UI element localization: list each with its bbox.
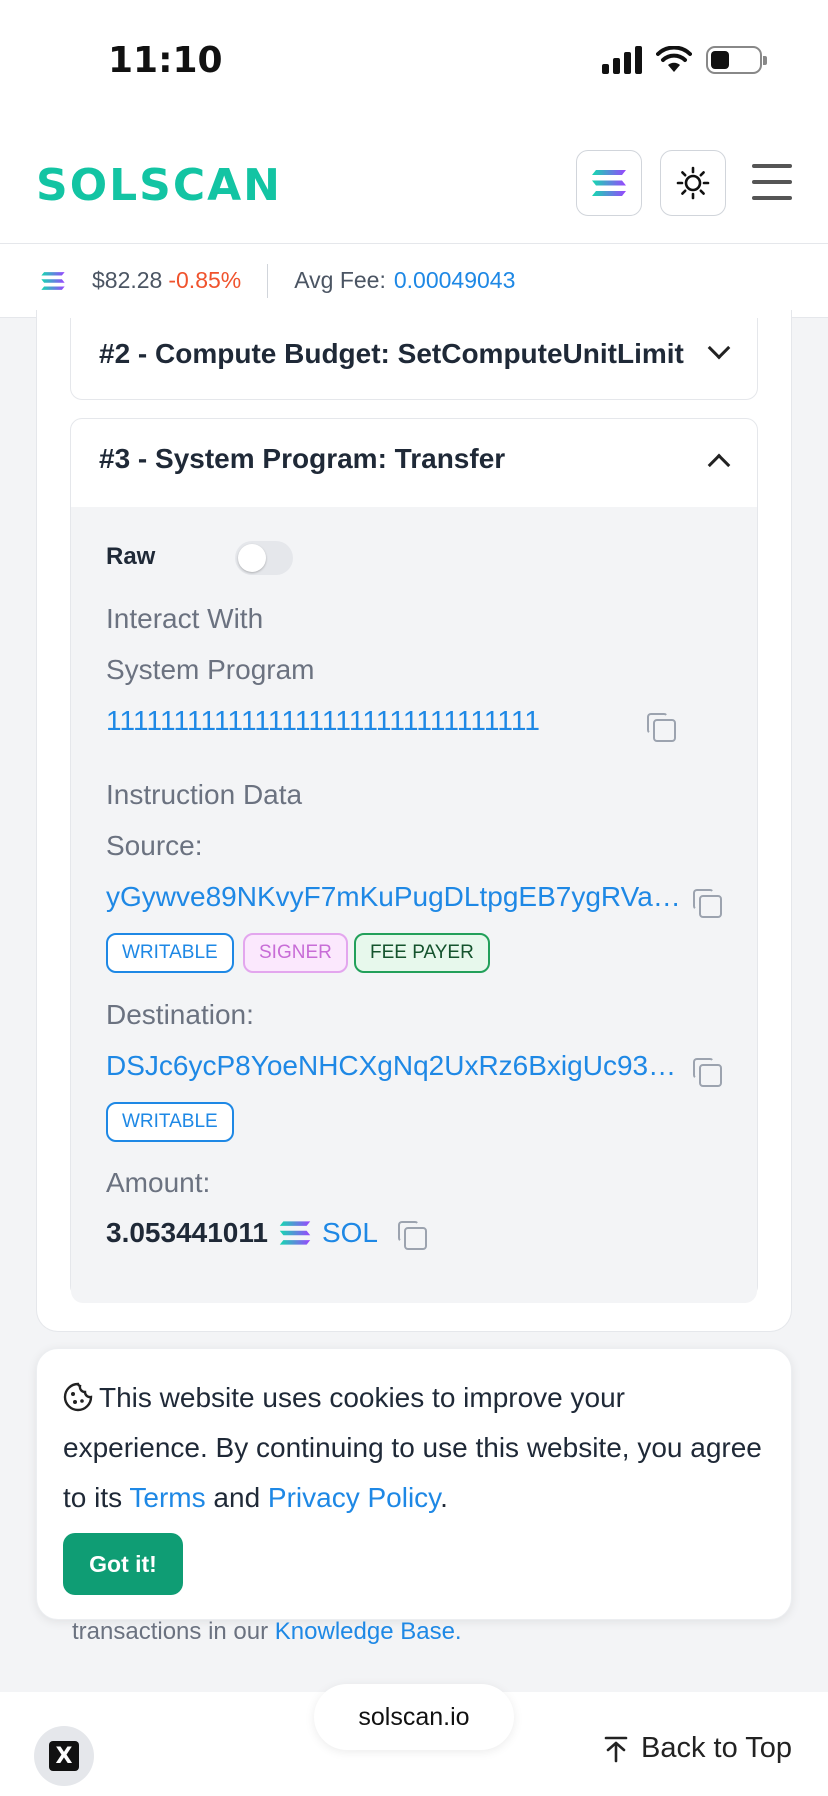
site-header: SOLSCAN	[0, 130, 828, 244]
amount-row: 3.053441011 SOL	[106, 1217, 427, 1250]
fee-payer-badge: FEE PAYER	[354, 933, 490, 973]
copy-icon[interactable]	[693, 1058, 722, 1087]
status-icons	[602, 46, 767, 74]
amount-label: Amount:	[106, 1167, 211, 1198]
x-logo-icon: X	[49, 1741, 79, 1771]
cookie-and: and	[205, 1482, 268, 1513]
instruction-title: #2 - Compute Budget: SetComputeUnitLimit	[99, 338, 684, 369]
chevron-up-icon[interactable]	[707, 453, 731, 477]
copy-icon[interactable]	[398, 1221, 427, 1250]
avg-fee-label: Avg Fee:	[294, 267, 386, 293]
menu-icon[interactable]	[752, 164, 792, 200]
price-bar: $82.28 -0.85% Avg Fee: 0.00049043	[0, 244, 828, 318]
sun-icon	[676, 166, 710, 200]
privacy-policy-link[interactable]: Privacy Policy	[268, 1482, 440, 1513]
writable-badge: WRITABLE	[106, 1102, 234, 1142]
solana-icon	[592, 170, 626, 196]
amount-value: 3.053441011	[106, 1217, 268, 1248]
solscan-logo[interactable]: SOLSCAN	[36, 160, 282, 211]
signer-badge: SIGNER	[243, 933, 348, 973]
source-label: Source:	[106, 830, 203, 861]
back-to-top-button[interactable]: Back to Top	[603, 1732, 792, 1765]
avg-fee-value[interactable]: 0.00049043	[394, 267, 516, 294]
theme-toggle-button[interactable]	[660, 150, 726, 216]
cookie-icon	[63, 1382, 93, 1412]
interact-with-label: Interact With	[106, 603, 264, 634]
network-button[interactable]	[576, 150, 642, 216]
signal-icon	[602, 46, 642, 74]
divider	[267, 263, 269, 298]
url-pill[interactable]: solscan.io	[314, 1684, 514, 1750]
instruction-3: #3 - System Program: Transfer Raw Intera…	[70, 418, 758, 1303]
chevron-down-icon[interactable]	[707, 336, 731, 360]
instruction-data-label: Instruction Data	[106, 779, 303, 810]
instruction-details: Raw Interact With System Program 1111111…	[71, 507, 757, 1303]
instruction-title: #3 - System Program: Transfer	[99, 443, 506, 474]
terms-link[interactable]: Terms	[129, 1482, 205, 1513]
program-name: System Program	[106, 654, 315, 685]
status-bar: 11:10	[0, 0, 828, 130]
raw-label: Raw	[106, 543, 156, 570]
destination-label: Destination:	[106, 999, 254, 1030]
amount-token-link[interactable]: SOL	[322, 1217, 378, 1249]
wifi-icon	[656, 46, 692, 72]
arrow-up-icon	[604, 1736, 628, 1762]
cookie-period: .	[440, 1482, 448, 1513]
status-time: 11:10	[108, 40, 223, 81]
copy-icon[interactable]	[647, 713, 676, 742]
solana-icon	[41, 271, 65, 290]
copy-icon[interactable]	[693, 889, 722, 918]
sol-price-change: -0.85%	[168, 267, 242, 293]
destination-address-link[interactable]: DSJc6ycP8YoeNHCXgNq2UxRz6BxigUc93…	[106, 1050, 676, 1082]
source-address-link[interactable]: yGywve89NKvyF7mKuPugDLtpgEB7ygRVa…	[106, 881, 681, 913]
x-social-button[interactable]: X	[34, 1726, 94, 1786]
instruction-2[interactable]: #2 - Compute Budget: SetComputeUnitLimit	[70, 318, 758, 400]
knowledge-base-line: transactions in our Knowledge Base.	[72, 1618, 462, 1646]
kb-prefix: transactions in our	[72, 1618, 275, 1645]
raw-toggle[interactable]	[235, 541, 293, 575]
solana-icon	[279, 1221, 311, 1245]
cookie-text: This website uses cookies to improve you…	[63, 1373, 763, 1523]
back-to-top-label: Back to Top	[640, 1732, 792, 1764]
sol-price: $82.28	[92, 267, 163, 293]
battery-icon	[706, 46, 767, 74]
program-address-link[interactable]: 11111111111111111111111111111111	[106, 705, 540, 737]
knowledge-base-link[interactable]: Knowledge Base.	[275, 1618, 462, 1645]
got-it-button[interactable]: Got it!	[63, 1533, 183, 1595]
cookie-banner: This website uses cookies to improve you…	[36, 1348, 792, 1620]
bottom-bar: X solscan.io Back to Top	[0, 1684, 828, 1796]
writable-badge: WRITABLE	[106, 933, 234, 973]
